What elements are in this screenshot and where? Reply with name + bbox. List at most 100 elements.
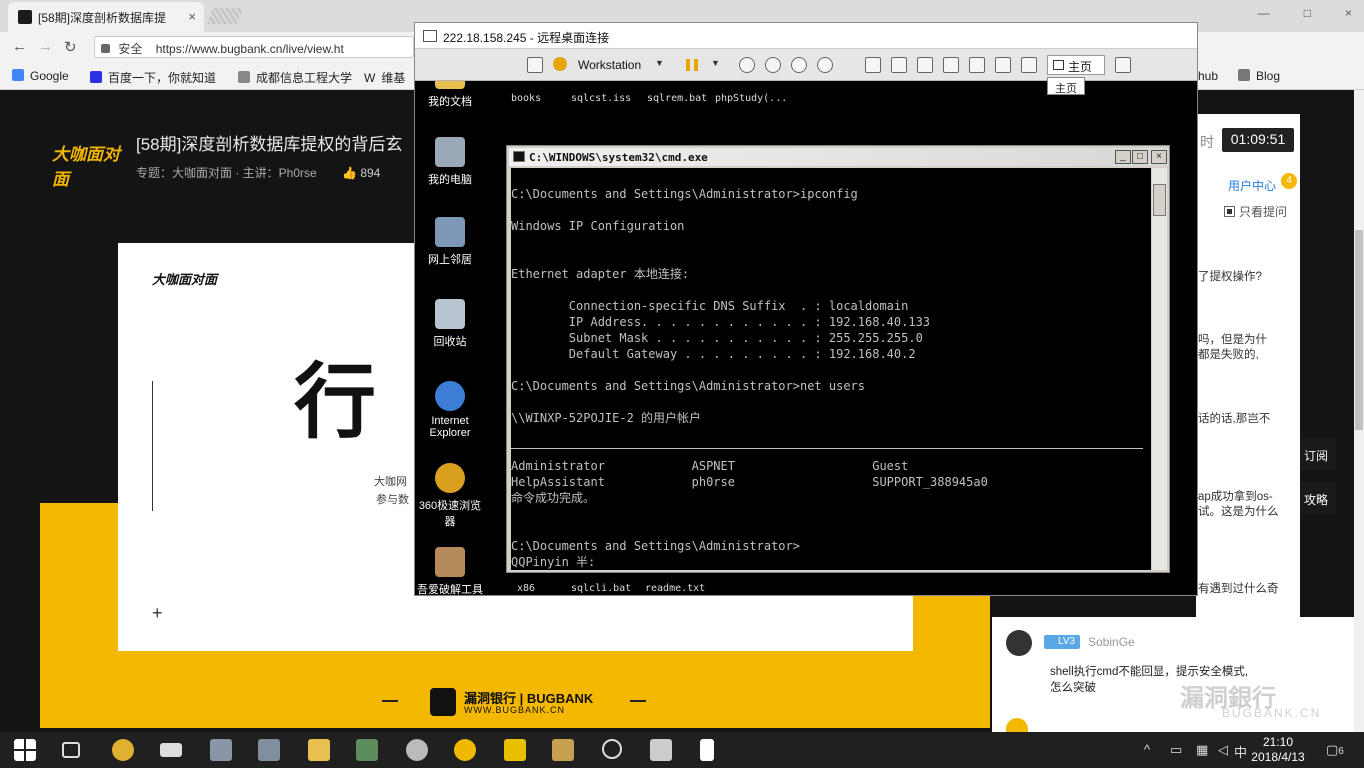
clock[interactable]: 21:10 2018/4/13 <box>1248 735 1308 765</box>
computer-icon[interactable] <box>258 739 280 761</box>
folder-icon[interactable] <box>308 739 330 761</box>
page-scrollbar[interactable] <box>1354 90 1364 732</box>
console-output[interactable]: C:\Documents and Settings\Administrator>… <box>511 168 1151 570</box>
rdp-titlebar[interactable]: 222.18.158.245 - 远程桌面连接 <box>415 23 1197 49</box>
window-icon[interactable] <box>943 57 959 73</box>
console-line: Subnet Mask . . . . . . . . . . . : 255.… <box>511 331 923 345</box>
window-icon[interactable] <box>969 57 985 73</box>
file-label[interactable]: books <box>511 93 541 104</box>
remote-desktop-icon[interactable] <box>356 739 378 761</box>
bookmark-wiki[interactable]: W 维基 <box>364 69 405 86</box>
file-label[interactable]: sqlcst.iss <box>571 93 631 104</box>
tab-close-icon[interactable]: × <box>188 9 196 24</box>
desktop-icon-ie[interactable]: Internet Explorer <box>415 381 485 439</box>
minimize-button[interactable]: — <box>1258 6 1270 20</box>
new-tab-button[interactable] <box>207 8 243 24</box>
scrollbar-thumb[interactable] <box>1355 230 1363 430</box>
file-label[interactable]: readme.txt <box>645 583 705 594</box>
archive-icon[interactable] <box>552 739 574 761</box>
chat-snippet: 吗，但是为什 <box>1198 334 1267 346</box>
cmd-window[interactable]: C:\WINDOWS\system32\cmd.exe _ □ × C:\Doc… <box>506 145 1170 573</box>
workstation-label[interactable]: Workstation <box>578 58 641 72</box>
guide-tab[interactable]: 攻略 <box>1300 482 1336 514</box>
network-tray-icon[interactable]: ▦ <box>1196 742 1208 758</box>
cmd-titlebar[interactable]: C:\WINDOWS\system32\cmd.exe _ □ × <box>509 148 1167 166</box>
desktop-icon-recycle-bin[interactable]: 回收站 <box>415 299 485 349</box>
zoom-in-icon[interactable] <box>791 57 807 73</box>
address-bar[interactable]: 安全 https://www.bugbank.cn/live/view.ht <box>94 36 414 58</box>
desktop-icon-my-documents[interactable]: 我的文档 <box>415 81 485 109</box>
app-icon[interactable] <box>504 739 526 761</box>
bookmark-google[interactable]: Google <box>12 69 69 83</box>
zoom-out-icon[interactable] <box>817 57 833 73</box>
chat-message-line2: 怎么突破 <box>1050 682 1096 694</box>
desktop-icon-52pojie-tools[interactable]: 吾爱破解工具 <box>415 547 485 595</box>
task-view-icon[interactable] <box>62 742 80 758</box>
maximize-button[interactable]: □ <box>1304 6 1311 20</box>
pin-icon[interactable] <box>527 57 543 73</box>
window-icon[interactable] <box>865 57 881 73</box>
reload-icon[interactable]: ↻ <box>64 38 77 56</box>
document-icon[interactable] <box>700 739 714 761</box>
maximize-button[interactable]: □ <box>1132 150 1148 164</box>
window-icon[interactable] <box>891 57 907 73</box>
divider <box>382 700 398 702</box>
file-label[interactable]: sqlcli.bat <box>571 583 631 594</box>
only-questions-checkbox[interactable]: 只看提问 <box>1224 203 1287 220</box>
subscribe-tab[interactable]: 订阅 <box>1300 438 1336 470</box>
bookmark-blog[interactable]: Blog <box>1238 69 1280 83</box>
notification-center-icon[interactable]: ▢6 <box>1326 742 1344 758</box>
notes-icon[interactable] <box>650 739 672 761</box>
back-arrow-icon[interactable]: ← <box>12 38 27 55</box>
notification-count: 6 <box>1338 746 1344 757</box>
home-icon <box>1053 60 1064 70</box>
bookmark-cuit[interactable]: 成都信息工程大学 <box>238 69 352 86</box>
course-title: [58期]深度剖析数据库提权的背后玄 <box>136 135 403 154</box>
chevron-down-icon[interactable]: ▼ <box>655 58 664 68</box>
minimize-button[interactable]: _ <box>1115 150 1131 164</box>
desktop-icon-my-computer[interactable]: 我的电脑 <box>415 137 485 187</box>
mail-icon[interactable] <box>160 743 182 757</box>
volume-icon[interactable]: ◁ <box>1218 742 1228 758</box>
like-count[interactable]: 👍 894 <box>342 166 380 180</box>
home-button[interactable]: 主页 <box>1047 55 1105 75</box>
scrollbar-thumb[interactable] <box>1153 184 1166 216</box>
file-label[interactable]: x86 <box>517 583 535 594</box>
cmd-scrollbar[interactable] <box>1152 168 1167 570</box>
tray-chevron-icon[interactable]: ^ <box>1144 742 1150 757</box>
browser-tab[interactable]: [58期]深度剖析数据库提 × <box>8 2 204 32</box>
user-center-link[interactable]: 用户中心 <box>1228 177 1276 194</box>
baidu-paw-icon <box>90 71 102 83</box>
windows-start-icon[interactable] <box>14 739 36 761</box>
network-icon[interactable] <box>210 739 232 761</box>
clock-icon[interactable] <box>739 57 755 73</box>
chevron-down-icon[interactable]: ▼ <box>711 58 720 68</box>
zoom-icon[interactable] <box>765 57 781 73</box>
desktop-icon-network[interactable]: 网上邻居 <box>415 217 485 267</box>
window-icon[interactable] <box>917 57 933 73</box>
search-icon[interactable] <box>454 739 476 761</box>
chat-snippet: 都是失败的, <box>1198 349 1259 361</box>
bookmark-label: hub <box>1198 69 1219 83</box>
window-icon[interactable] <box>995 57 1011 73</box>
chrome-icon[interactable] <box>112 739 134 761</box>
close-button[interactable]: × <box>1151 150 1167 164</box>
window-icon[interactable] <box>1115 57 1131 73</box>
close-button[interactable]: × <box>1345 6 1352 20</box>
bookmark-baidu[interactable]: 百度一下，你就知道 <box>90 69 216 86</box>
desktop-icon-360-browser[interactable]: 360极速浏览器 <box>415 463 485 529</box>
pause-icon[interactable] <box>686 59 698 71</box>
ime-icon[interactable]: 中 <box>1234 742 1247 761</box>
slide-logo: 大咖面对面 <box>152 272 218 287</box>
level-badge: LV3 <box>1044 635 1080 649</box>
tray-app-icon[interactable]: ▭ <box>1170 742 1182 758</box>
media-icon[interactable] <box>406 739 428 761</box>
site-logo[interactable]: 大咖面对面 <box>52 140 122 189</box>
bookmark-github[interactable]: hub <box>1198 69 1218 83</box>
file-label[interactable]: sqlrem.bat <box>647 93 707 104</box>
file-label[interactable]: phpStudy(... <box>715 93 787 104</box>
forward-arrow-icon[interactable]: → <box>38 38 53 55</box>
window-icon[interactable] <box>1021 57 1037 73</box>
browser-icon[interactable] <box>602 739 622 759</box>
checkbox-icon[interactable] <box>1224 206 1235 217</box>
